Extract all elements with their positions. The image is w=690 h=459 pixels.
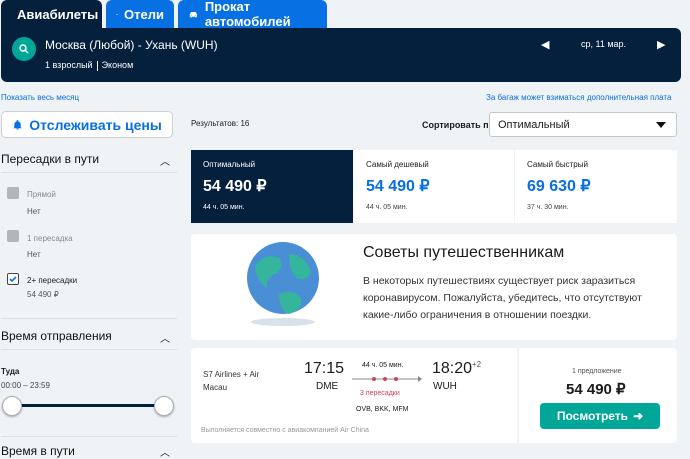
sort-label: Сортировать по: [422, 120, 495, 130]
tips-body: В некоторых путешествиях существует риск…: [363, 275, 642, 321]
price-tab-label: Самый быстрый: [527, 160, 588, 169]
collapse-stops-chevron-icon[interactable]: ︿: [160, 153, 170, 168]
departure-filter-title: Время отправления: [1, 329, 112, 343]
flight-price: 54 490 ₽: [566, 381, 626, 398]
stops-count: 3 пересадки: [360, 390, 400, 397]
price-tab-label: Оптимальный: [203, 160, 256, 169]
price-tab-cheapest[interactable]: Самый дешевый 54 490 ₽ 44 ч. 05 мин.: [354, 150, 514, 223]
view-deal-button[interactable]: Посмотреть ➜: [540, 403, 660, 429]
operated-by-note: Выполняется совместно с авиакомпанией Ai…: [201, 427, 369, 434]
price-tab-duration: 37 ч. 30 мин.: [527, 204, 569, 211]
checkbox-two-plus-stops[interactable]: [7, 273, 19, 285]
collapse-travel-time-chevron-icon[interactable]: ︿: [160, 444, 170, 459]
view-deal-label: Посмотреть: [556, 409, 629, 423]
sort-select[interactable]: Оптимальный: [489, 112, 677, 137]
date-text: ср, 11 мар.: [581, 39, 627, 49]
tips-title: Советы путешественникам: [363, 244, 565, 261]
day-offset: +2: [472, 360, 482, 369]
collapse-departure-chevron-icon[interactable]: ︿: [160, 330, 170, 345]
divider: [1, 349, 177, 350]
time-range-text: 00:00 – 23:59: [1, 381, 50, 390]
tab-hotels-label: Отели: [124, 6, 164, 22]
price-tab-duration: 44 ч. 05 мин.: [203, 204, 245, 211]
price-tab-best[interactable]: Оптимальный 54 490 ₽ 44 ч. 05 мин.: [191, 150, 353, 223]
slider-handle-end[interactable]: [154, 396, 174, 416]
passenger-summary: 1 взрослый Эконом: [45, 60, 133, 71]
next-date-arrow-icon[interactable]: ▶: [657, 38, 665, 51]
route-line: [352, 376, 422, 382]
tab-car-hire-label: Прокат автомобилей: [204, 0, 291, 29]
option-direct-label: Прямой: [27, 190, 56, 199]
tab-car-hire[interactable]: Прокат автомобилей: [178, 0, 327, 29]
tab-flights[interactable]: Авиабилеты: [1, 0, 102, 28]
arrive-airport: WUH: [433, 381, 457, 392]
tab-flights-label: Авиабилеты: [17, 6, 99, 22]
stops-filter-title: Пересадки в пути: [1, 152, 100, 166]
price-tab-price: 54 490 ₽: [203, 178, 267, 195]
search-icon[interactable]: [12, 37, 36, 61]
stop-airports: OVB, BKK, MFM: [356, 406, 409, 413]
depart-airport: DME: [316, 381, 339, 392]
price-tab-price: 69 630 ₽: [527, 178, 591, 195]
price-tab-duration: 44 ч. 05 мин.: [366, 204, 408, 211]
departure-time-slider-track[interactable]: [11, 404, 165, 407]
cabin-text: Эконом: [101, 60, 134, 70]
price-tab-fastest[interactable]: Самый быстрый 69 630 ₽ 37 ч. 30 мин.: [515, 150, 677, 223]
track-prices-button[interactable]: Отслеживать цены: [1, 111, 173, 138]
price-tab-label: Самый дешевый: [366, 160, 429, 169]
show-month-link[interactable]: Показать весь месяц: [1, 93, 79, 102]
checkbox-direct[interactable]: [7, 187, 19, 199]
option-one-stop-label: 1 пересадка: [27, 234, 73, 243]
bed-icon: [116, 13, 118, 15]
caret-down-icon: [656, 122, 666, 128]
divider: [1, 318, 177, 319]
direction-label: Туда: [1, 367, 20, 376]
travel-time-filter-title: Время в пути: [1, 444, 75, 458]
tab-hotels[interactable]: Отели: [106, 0, 174, 28]
option-two-plus-label: 2+ пересадки: [27, 276, 78, 285]
route-text: Москва (Любой) - Ухань (WUH): [45, 38, 218, 52]
prev-date-arrow-icon[interactable]: ◀: [541, 38, 549, 51]
airline-names: S7 Airlines + Air Macau: [203, 370, 260, 392]
checkbox-one-stop[interactable]: [7, 230, 19, 242]
depart-time: 17:15: [304, 360, 345, 377]
divider: [1, 172, 177, 173]
slider-handle-start[interactable]: [2, 396, 22, 416]
baggage-note-link[interactable]: За багаж может взиматься дополнительная …: [486, 93, 671, 102]
offers-count: 1 предложение: [572, 368, 622, 375]
track-prices-label: Отслеживать цены: [29, 116, 162, 133]
bell-icon: [13, 119, 22, 130]
separator: [96, 61, 98, 71]
results-count: Результатов: 16: [191, 119, 250, 128]
passengers-text: 1 взрослый: [45, 60, 93, 70]
globe-icon: [247, 242, 319, 326]
arrow-right-icon: ➜: [633, 409, 644, 423]
divider: [1, 436, 177, 437]
option-direct-price: Нет: [27, 207, 41, 216]
sort-value: Оптимальный: [498, 119, 570, 131]
checkmark-icon: [9, 276, 17, 283]
option-one-stop-price: Нет: [27, 250, 41, 259]
price-tab-price: 54 490 ₽: [366, 178, 430, 195]
option-two-plus-price: 54 490 ₽: [27, 290, 59, 299]
arrive-time: 18:20: [432, 360, 473, 377]
car-icon: [189, 11, 198, 18]
flight-duration: 44 ч. 05 мин.: [362, 362, 404, 369]
search-summary-bar[interactable]: Москва (Любой) - Ухань (WUH) 1 взрослый …: [1, 28, 681, 82]
